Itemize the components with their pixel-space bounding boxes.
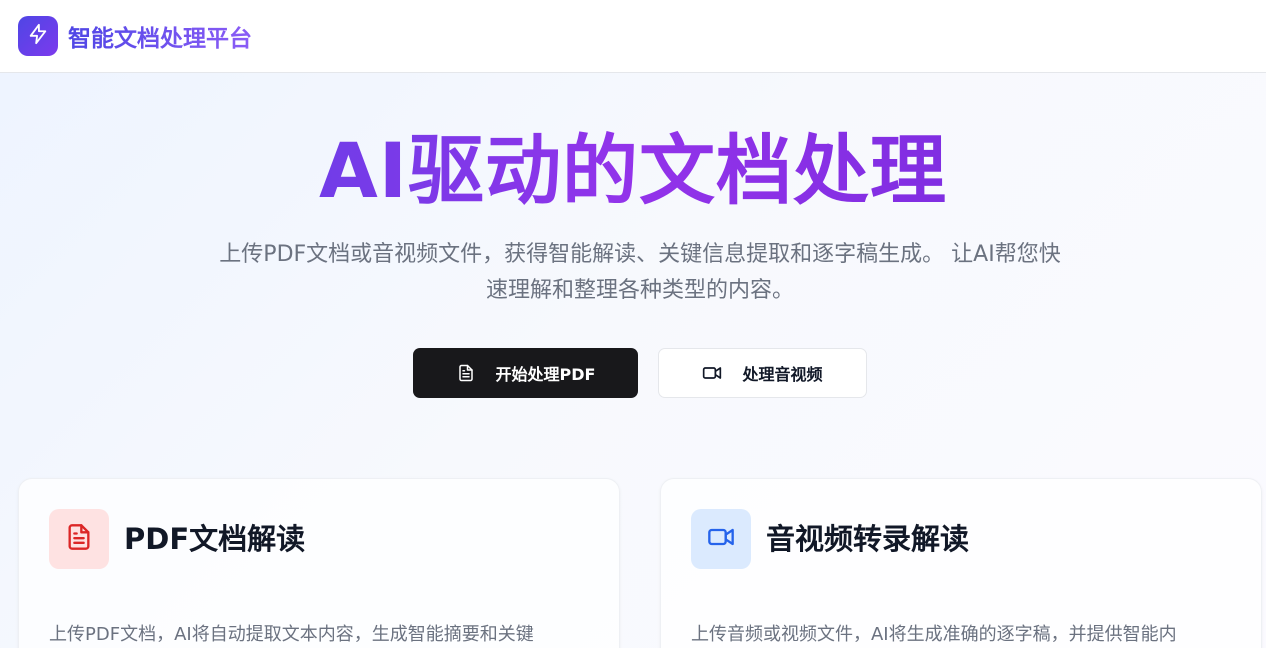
feature-card-av-title: 音视频转录解读 xyxy=(766,522,970,556)
hero-section: AI驱动的文档处理 上传PDF文档或音视频文件，获得智能解读、关键信息提取和逐字… xyxy=(0,73,1266,648)
document-icon xyxy=(65,523,93,555)
process-av-button-label: 处理音视频 xyxy=(742,365,823,384)
feature-card-pdf-title: PDF文档解读 xyxy=(124,522,306,556)
feature-card-av[interactable]: 音视频转录解读 上传音频或视频文件，AI将生成准确的逐字稿，并提供智能内 xyxy=(660,478,1262,648)
feature-card-av-description: 上传音频或视频文件，AI将生成准确的逐字稿，并提供智能内 xyxy=(691,624,1177,645)
process-av-button[interactable]: 处理音视频 xyxy=(658,348,867,398)
start-pdf-button-label: 开始处理PDF xyxy=(495,365,596,384)
lightning-bolt-icon xyxy=(27,23,49,49)
hero-title: AI驱动的文档处理 xyxy=(0,125,1266,217)
hero-subtitle-line-2: 速理解和整理各种类型的内容。 xyxy=(485,278,794,303)
brand-name[interactable]: 智能文档处理平台 xyxy=(68,19,252,53)
document-icon xyxy=(456,363,476,383)
feature-card-pdf[interactable]: PDF文档解读 上传PDF文档，AI将自动提取文本内容，生成智能摘要和关键 xyxy=(18,478,620,648)
top-navigation-bar: 智能文档处理平台 xyxy=(0,0,1266,73)
feature-card-pdf-icon-box xyxy=(49,509,109,569)
feature-card-av-icon-box xyxy=(691,509,751,569)
logo[interactable] xyxy=(18,16,58,56)
video-camera-icon xyxy=(702,363,722,383)
hero-subtitle: 上传PDF文档或音视频文件，获得智能解读、关键信息提取和逐字稿生成。 让AI帮您… xyxy=(160,237,1120,309)
hero-subtitle-line-1: 上传PDF文档或音视频文件，获得智能解读、关键信息提取和逐字稿生成。 让AI帮您… xyxy=(219,242,1061,267)
feature-card-pdf-description: 上传PDF文档，AI将自动提取文本内容，生成智能摘要和关键 xyxy=(49,624,534,645)
video-camera-icon xyxy=(707,523,735,555)
start-pdf-button[interactable]: 开始处理PDF xyxy=(413,348,638,398)
